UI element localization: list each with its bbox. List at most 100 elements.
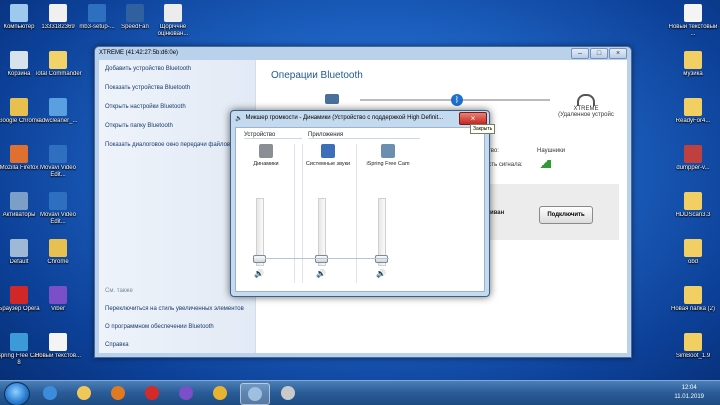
desktop-shortcut-right-2-label: ReadyFor4... xyxy=(675,118,711,124)
speaker-small-icon: 🔈 xyxy=(235,115,243,122)
desktop-shortcut-col2-4[interactable]: Movavi Video Edit... xyxy=(33,192,83,226)
desktop-shortcut-col2-3[interactable]: Movavi Video Edit... xyxy=(33,145,83,179)
desktop-shortcut-right-0[interactable]: Новый текстовый ... xyxy=(668,4,718,38)
desktop-shortcut-col2-7[interactable]: Новый текстов... xyxy=(33,333,83,360)
volume-slider-thumb[interactable] xyxy=(253,255,266,263)
headset-icon xyxy=(577,94,595,106)
see-also-help[interactable]: Справка xyxy=(105,342,129,348)
taskbar-stop-button[interactable] xyxy=(274,383,302,403)
desktop-shortcut-left-7-icon xyxy=(10,333,28,351)
mixer-channel-2: iSpring Free Cam xyxy=(358,144,418,167)
desktop-shortcut-right-1-label: музика xyxy=(683,71,703,77)
desktop-shortcut-col2-0-icon xyxy=(49,4,67,22)
desktop-shortcut-right-0-icon xyxy=(684,4,702,22)
desktop-shortcut-col2-6[interactable]: Viber xyxy=(33,286,83,313)
task-open-settings[interactable]: Открыть настройки Bluetooth xyxy=(105,104,186,110)
taskbar-bluetooth-button[interactable] xyxy=(240,383,270,405)
desktop-shortcut-top-2[interactable]: Щоріччне оцінюван... xyxy=(148,4,198,38)
chrome-icon xyxy=(213,386,227,400)
taskbar: 12:04 11.01.2019 xyxy=(0,380,720,405)
bluetooth-window-title: XTREME (41:42:27:5b:d6:0e) xyxy=(99,50,179,56)
connect-button[interactable]: Подключить xyxy=(539,206,593,224)
volume-slider-thumb[interactable] xyxy=(375,255,388,263)
ie-icon xyxy=(43,386,57,400)
desktop-shortcut-right-6[interactable]: Новая папка (2) xyxy=(668,286,718,313)
mixer-separator xyxy=(294,144,295,283)
close-tooltip: Закрыть xyxy=(470,124,496,134)
taskbar-opera-button[interactable] xyxy=(138,383,166,403)
tray-clock[interactable]: 12:04 11.01.2019 xyxy=(674,384,704,402)
desktop-shortcut-col2-7-label: Новый текстов... xyxy=(34,353,82,359)
desktop-shortcut-right-0-label: Новый текстовый ... xyxy=(668,24,718,37)
desktop-shortcut-col2-5[interactable]: Chrome xyxy=(33,239,83,266)
desktop-shortcut-right-7[interactable]: SimBoot_1.9 xyxy=(668,333,718,360)
desktop-shortcut-top-1-icon xyxy=(126,4,144,22)
mixer-body: Устройство Приложения Динамики 🔊 Системные… xyxy=(235,127,485,292)
desktop-shortcut-left-5-icon xyxy=(10,239,28,257)
desktop-shortcut-left-1-icon xyxy=(10,51,28,69)
device-info: XTREME (Удаленное устройс xyxy=(555,106,617,118)
desktop-shortcut-col2-1-icon xyxy=(49,51,67,69)
desktop-shortcut-right-4[interactable]: HDDScan3.3 xyxy=(668,192,718,219)
task-file-transfer[interactable]: Показать диалоговое окно передачи файлов xyxy=(105,142,230,148)
desktop-shortcut-right-5-icon xyxy=(684,239,702,257)
task-add-device[interactable]: Добавить устройство Bluetooth xyxy=(105,66,191,72)
close-button[interactable]: × xyxy=(609,47,627,59)
desktop-shortcut-right-3[interactable]: dumpper-v... xyxy=(668,145,718,172)
desktop-shortcut-col2-1-label: Total Commander xyxy=(34,71,82,77)
signal-strength-icon xyxy=(537,160,551,168)
desktop-shortcut-left-6-icon xyxy=(10,286,28,304)
desktop-shortcut-right-2[interactable]: ReadyFor4... xyxy=(668,98,718,125)
taskbar-media-player-button[interactable] xyxy=(104,383,132,403)
desktop-shortcut-col2-7-icon xyxy=(49,333,67,351)
desktop-shortcut-right-4-label: HDDScan3.3 xyxy=(675,212,711,218)
apps-group-line xyxy=(308,138,420,139)
explorer-icon xyxy=(77,386,91,400)
taskbar-explorer-button[interactable] xyxy=(70,383,98,403)
media-player-icon xyxy=(111,386,125,400)
clock-date: 11.01.2019 xyxy=(674,394,704,400)
pc-device-icon xyxy=(325,94,339,104)
mixer-channel-name: Системные звуки xyxy=(305,161,351,167)
taskbar-chrome-button[interactable] xyxy=(206,383,234,403)
desktop-shortcut-right-3-icon xyxy=(684,145,702,163)
desktop-shortcut-left-3-icon xyxy=(10,145,28,163)
bluetooth-icon: ᛒ xyxy=(451,94,463,106)
desktop-shortcut-left-2-icon xyxy=(10,98,28,116)
task-show-devices[interactable]: Показать устройства Bluetooth xyxy=(105,85,190,91)
see-also-large-icons[interactable]: Переключиться на стиль увеличенных элеме… xyxy=(105,306,244,312)
page-title: Операции Bluetooth xyxy=(271,70,363,81)
see-also-about[interactable]: О программном обеспечении Bluetooth xyxy=(105,324,214,330)
desktop-shortcut-col2-1[interactable]: Total Commander xyxy=(33,51,83,78)
bluetooth-window-titlebar[interactable]: XTREME (41:42:27:5b:d6:0e) – □ × xyxy=(95,47,631,59)
clock-time: 12:04 xyxy=(681,385,697,391)
stop-icon xyxy=(281,386,295,400)
opera-icon xyxy=(145,386,159,400)
desktop-shortcut-right-4-icon xyxy=(684,192,702,210)
desktop-shortcut-top-0-icon xyxy=(88,4,106,22)
desktop-shortcut-right-3-label: dumpper-v... xyxy=(676,165,710,171)
desktop-shortcut-col2-2-icon xyxy=(49,98,67,116)
start-button[interactable] xyxy=(4,382,30,405)
mixer-channel-0: Динамики xyxy=(236,144,296,167)
desktop-shortcut-right-5[interactable]: obd xyxy=(668,239,718,266)
mute-speaker-icon[interactable]: 🔊 xyxy=(316,269,326,278)
maximize-button[interactable]: □ xyxy=(590,47,608,59)
mixer-titlebar[interactable]: 🔈 Микшер громкости - Динамики (Устройств… xyxy=(231,111,489,125)
minimize-button[interactable]: – xyxy=(571,47,589,59)
desktop-shortcut-right-6-icon xyxy=(684,286,702,304)
desktop-shortcut-col2-2-label: adwcleaner_... xyxy=(38,118,78,124)
taskbar-ie-button[interactable] xyxy=(36,383,64,403)
volume-slider-thumb[interactable] xyxy=(315,255,328,263)
taskbar-viber-button[interactable] xyxy=(172,383,200,403)
volume-mixer-window[interactable]: 🔈 Микшер громкости - Динамики (Устройств… xyxy=(230,110,490,297)
desktop-shortcut-right-7-icon xyxy=(684,333,702,351)
service-value: Наушники xyxy=(537,148,566,154)
mute-speaker-icon[interactable]: 🔊 xyxy=(376,269,386,278)
desktop-shortcut-right-1-icon xyxy=(684,51,702,69)
task-open-folder[interactable]: Открыть папку Bluetooth xyxy=(105,123,173,129)
desktop-shortcut-col2-2[interactable]: adwcleaner_... xyxy=(33,98,83,125)
mute-speaker-icon[interactable]: 🔊 xyxy=(254,269,264,278)
desktop: Компьютер Корзина Google Chrome Mozilla Fir… xyxy=(0,0,720,405)
desktop-shortcut-right-1[interactable]: музика xyxy=(668,51,718,78)
